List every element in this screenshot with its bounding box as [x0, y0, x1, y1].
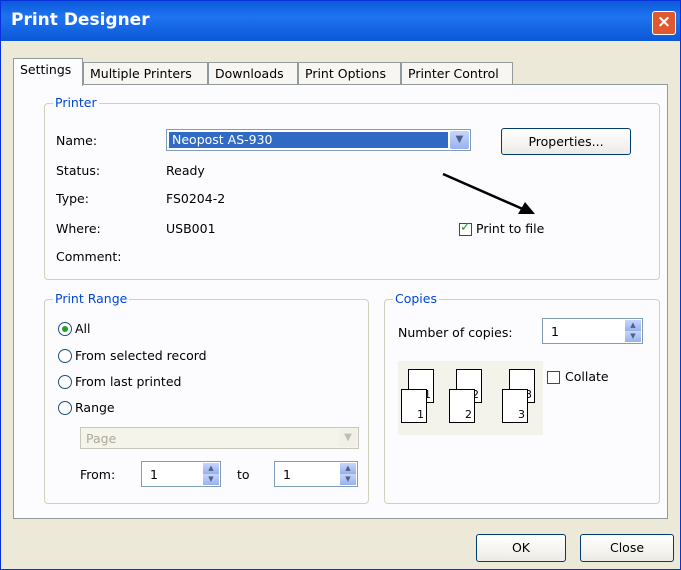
close-button[interactable]: Close	[580, 534, 674, 562]
collate-preview: 1 1 2 2 3 3	[398, 361, 543, 435]
radio-from-selected-record[interactable]	[58, 349, 72, 363]
spin-up-icon[interactable]: ▲	[340, 463, 356, 474]
copies-legend: Copies	[393, 291, 439, 306]
radio-range[interactable]	[58, 401, 72, 415]
annotation-arrow-icon	[442, 172, 535, 214]
print-designer-window: Print Designer × Settings Multiple Print…	[0, 0, 681, 570]
spin-down-icon[interactable]: ▼	[340, 474, 356, 485]
spin-up-icon[interactable]: ▲	[203, 463, 219, 474]
printer-name-value: Neopost AS-930	[169, 132, 448, 148]
number-of-copies-label: Number of copies:	[398, 325, 513, 340]
where-value: USB001	[166, 221, 216, 236]
collate-page: 1	[401, 389, 427, 423]
comment-label: Comment:	[56, 249, 122, 264]
tab-print-options[interactable]: Print Options	[298, 62, 401, 85]
to-label: to	[237, 467, 250, 482]
chevron-down-icon: ▼	[339, 429, 357, 447]
from-value: 1	[150, 467, 158, 482]
from-label: From:	[80, 467, 116, 482]
collate-page: 3	[502, 389, 528, 423]
radio-from-selected-record-label[interactable]: From selected record	[75, 348, 207, 363]
printer-legend: Printer	[53, 95, 99, 110]
print-to-file-label[interactable]: Print to file	[476, 221, 544, 236]
collate-label[interactable]: Collate	[565, 369, 609, 384]
spin-down-icon[interactable]: ▼	[203, 474, 219, 485]
name-label: Name:	[56, 133, 98, 148]
to-stepper[interactable]: 1 ▲ ▼	[274, 461, 358, 487]
status-value: Ready	[166, 163, 205, 178]
close-icon[interactable]: ×	[652, 11, 676, 35]
where-label: Where:	[56, 221, 101, 236]
spin-down-icon[interactable]: ▼	[625, 331, 641, 342]
print-range-legend: Print Range	[53, 291, 130, 306]
tab-settings[interactable]: Settings	[13, 58, 83, 86]
radio-all-label[interactable]: All	[75, 321, 91, 336]
radio-all[interactable]	[58, 322, 72, 336]
print-to-file-checkbox[interactable]: ✓	[459, 220, 472, 236]
radio-from-last-printed[interactable]	[58, 375, 72, 389]
tab-downloads[interactable]: Downloads	[208, 62, 298, 85]
copies-group: Copies Number of copies: 1 ▲ ▼ 1 1 2 2 3…	[384, 291, 660, 504]
printer-name-select[interactable]: Neopost AS-930 ▼	[166, 129, 471, 151]
settings-panel: Printer Name: Neopost AS-930 ▼ Propertie…	[13, 84, 668, 519]
window-title: Print Designer	[11, 10, 150, 30]
to-value: 1	[283, 467, 291, 482]
type-value: FS0204-2	[166, 191, 226, 206]
range-unit-select[interactable]: Page ▼	[80, 427, 359, 449]
status-label: Status:	[56, 163, 101, 178]
print-range-group: Print Range All From selected record Fro…	[44, 291, 369, 504]
tab-multiple-printers[interactable]: Multiple Printers	[83, 62, 208, 85]
radio-from-last-printed-label[interactable]: From last printed	[75, 374, 181, 389]
properties-button[interactable]: Properties...	[501, 128, 631, 155]
tab-printer-control[interactable]: Printer Control	[401, 62, 513, 85]
collate-page: 2	[449, 389, 475, 423]
radio-range-label[interactable]: Range	[75, 400, 115, 415]
check-mark-icon: ✓	[460, 220, 471, 235]
title-bar: Print Designer ×	[1, 1, 680, 41]
ok-button[interactable]: OK	[476, 534, 566, 562]
from-stepper[interactable]: 1 ▲ ▼	[141, 461, 221, 487]
printer-group: Printer Name: Neopost AS-930 ▼ Propertie…	[44, 95, 660, 280]
spin-up-icon[interactable]: ▲	[625, 320, 641, 331]
range-unit-value: Page	[86, 431, 117, 446]
copies-value: 1	[551, 324, 559, 339]
chevron-down-icon[interactable]: ▼	[450, 131, 469, 149]
copies-stepper[interactable]: 1 ▲ ▼	[542, 318, 643, 344]
type-label: Type:	[56, 191, 89, 206]
collate-checkbox[interactable]	[547, 371, 560, 384]
